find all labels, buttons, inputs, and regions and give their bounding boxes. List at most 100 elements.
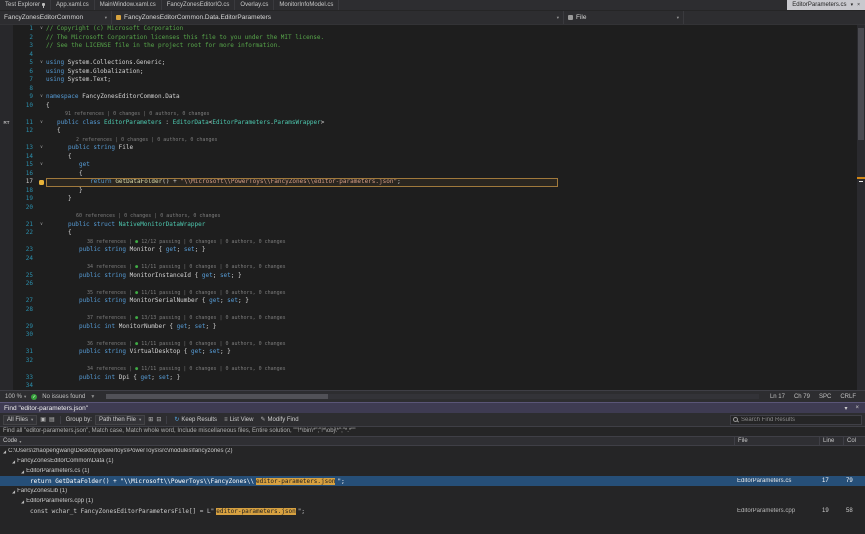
- breakpoint-margin[interactable]: [0, 34, 13, 43]
- line-number[interactable]: 17: [13, 178, 37, 187]
- code-editor[interactable]: 1∨// Copyright (c) Microsoft Corporation…: [0, 25, 865, 390]
- breakpoint-margin[interactable]: [0, 365, 13, 374]
- column-indicator[interactable]: Ch 79: [794, 394, 810, 400]
- member-dropdown[interactable]: File ▾: [564, 11, 684, 24]
- code-line[interactable]: 25public string MonitorInstanceId { get;…: [0, 272, 865, 281]
- find-result-group-row[interactable]: ◢EditorParameters.cpp (1): [0, 496, 865, 506]
- fold-chevron[interactable]: [37, 68, 46, 77]
- line-number[interactable]: 26: [13, 280, 37, 289]
- code-line[interactable]: 7using System.Text;: [0, 76, 865, 85]
- copy-icon[interactable]: ▣: [40, 416, 46, 423]
- codelens-row[interactable]: 36 references | ● 11/11 passing | 0 chan…: [0, 340, 865, 349]
- code-line[interactable]: 17return GetDataFolder() + "\\Microsoft\…: [0, 178, 865, 187]
- codelens-row[interactable]: 34 references | ● 11/11 passing | 0 chan…: [0, 365, 865, 374]
- code-line[interactable]: 16{: [0, 170, 865, 179]
- zoom-control[interactable]: 100 % ▾: [5, 394, 26, 400]
- project-dropdown[interactable]: FancyZonesEditorCommon ▾: [0, 11, 112, 24]
- fold-chevron[interactable]: [37, 85, 46, 94]
- find-result-group-row[interactable]: ◢FancyZonesLib (1): [0, 486, 865, 496]
- code-line[interactable]: 20: [0, 204, 865, 213]
- breakpoint-margin[interactable]: [0, 136, 13, 145]
- column-header-code[interactable]: Code ▾: [0, 437, 734, 445]
- breakpoint-margin[interactable]: [0, 306, 13, 315]
- breakpoint-margin[interactable]: [0, 357, 13, 366]
- fold-chevron[interactable]: [37, 289, 46, 298]
- horizontal-scrollbar-thumb[interactable]: [106, 394, 328, 399]
- fold-chevron[interactable]: ∨: [37, 59, 46, 68]
- find-result-group-row[interactable]: ◢EditorParameters.cs (1): [0, 466, 865, 476]
- quick-actions-icon[interactable]: [37, 178, 46, 187]
- line-number[interactable]: 25: [13, 272, 37, 281]
- collapse-all-icon[interactable]: ⊟: [156, 416, 161, 423]
- breakpoint-margin[interactable]: [0, 382, 13, 390]
- fold-chevron[interactable]: [37, 187, 46, 196]
- document-tab[interactable]: App.xaml.cs: [51, 0, 95, 10]
- code-line[interactable]: RT11∨public class EditorParameters : Edi…: [0, 119, 865, 128]
- code-line[interactable]: 18}: [0, 187, 865, 196]
- fold-chevron[interactable]: [37, 314, 46, 323]
- code-line[interactable]: 21∨public struct NativeMonitorDataWrappe…: [0, 221, 865, 230]
- fold-chevron[interactable]: [37, 170, 46, 179]
- breakpoint-margin[interactable]: [0, 178, 13, 187]
- scope-dropdown[interactable]: All Files ▾: [3, 415, 37, 425]
- code-line[interactable]: 28: [0, 306, 865, 315]
- fold-chevron[interactable]: ∨: [37, 161, 46, 170]
- fold-chevron[interactable]: ∨: [37, 221, 46, 230]
- scrollbar-thumb[interactable]: [858, 28, 864, 140]
- line-number[interactable]: 23: [13, 246, 37, 255]
- document-tab[interactable]: MonitorInfoModel.cs: [274, 0, 339, 10]
- breakpoint-margin[interactable]: [0, 153, 13, 162]
- breakpoint-margin[interactable]: [0, 212, 13, 221]
- line-number[interactable]: 24: [13, 255, 37, 264]
- breakpoint-margin[interactable]: [0, 42, 13, 51]
- expander-icon[interactable]: ◢: [21, 499, 24, 504]
- line-number[interactable]: 32: [13, 357, 37, 366]
- find-result-match-row[interactable]: const wchar_t FancyZonesEditorParameters…: [0, 506, 865, 516]
- fold-chevron[interactable]: ∨: [37, 144, 46, 153]
- line-number[interactable]: 6: [13, 68, 37, 77]
- breakpoint-margin[interactable]: [0, 59, 13, 68]
- code-line[interactable]: 27public string MonitorSerialNumber { ge…: [0, 297, 865, 306]
- fold-chevron[interactable]: [37, 127, 46, 136]
- code-line[interactable]: 32: [0, 357, 865, 366]
- fold-chevron[interactable]: [37, 34, 46, 43]
- fold-chevron[interactable]: [37, 42, 46, 51]
- breakpoint-margin[interactable]: [0, 68, 13, 77]
- code-line[interactable]: 6using System.Globalization;: [0, 68, 865, 77]
- line-number[interactable]: [13, 110, 37, 119]
- code-line[interactable]: 4: [0, 51, 865, 60]
- fold-chevron[interactable]: [37, 110, 46, 119]
- code-line[interactable]: 15∨get: [0, 161, 865, 170]
- keep-results-button[interactable]: ↻ Keep Results: [172, 415, 219, 425]
- breakpoint-margin[interactable]: [0, 170, 13, 179]
- document-tab[interactable]: FancyZonesEditorIO.cs: [162, 0, 236, 10]
- space-indicator[interactable]: SPC: [819, 394, 831, 400]
- fold-chevron[interactable]: [37, 348, 46, 357]
- code-line[interactable]: 24: [0, 255, 865, 264]
- breakpoint-margin[interactable]: [0, 340, 13, 349]
- close-icon[interactable]: ×: [857, 2, 860, 8]
- fold-chevron[interactable]: [37, 76, 46, 85]
- codelens-row[interactable]: 35 references | ● 11/11 passing | 0 chan…: [0, 289, 865, 298]
- fold-chevron[interactable]: ∨: [37, 119, 46, 128]
- expander-icon[interactable]: ◢: [12, 459, 15, 464]
- line-number[interactable]: 9: [13, 93, 37, 102]
- search-input[interactable]: [741, 417, 859, 423]
- line-number[interactable]: 22: [13, 229, 37, 238]
- fold-chevron[interactable]: [37, 340, 46, 349]
- fold-chevron[interactable]: [37, 102, 46, 111]
- line-number[interactable]: 19: [13, 195, 37, 204]
- breakpoint-margin[interactable]: [0, 255, 13, 264]
- line-number[interactable]: 11: [13, 119, 37, 128]
- line-number[interactable]: 31: [13, 348, 37, 357]
- line-number[interactable]: [13, 238, 37, 247]
- breakpoint-margin[interactable]: [0, 85, 13, 94]
- code-line[interactable]: 22{: [0, 229, 865, 238]
- line-number[interactable]: [13, 263, 37, 272]
- line-number[interactable]: 13: [13, 144, 37, 153]
- code-line[interactable]: 29public int MonitorNumber { get; set; }: [0, 323, 865, 332]
- fold-chevron[interactable]: [37, 365, 46, 374]
- code-line[interactable]: 5∨using System.Collections.Generic;: [0, 59, 865, 68]
- pin-icon[interactable]: [42, 3, 45, 8]
- document-tab[interactable]: Overlay.cs: [235, 0, 274, 10]
